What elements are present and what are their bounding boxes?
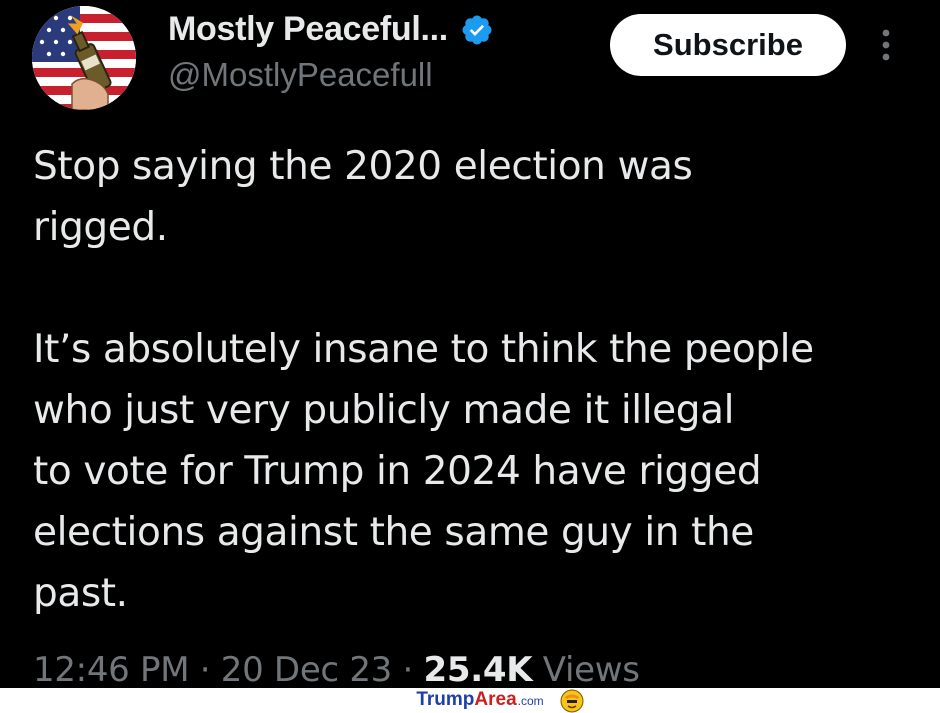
- watermark-part-3: .com: [517, 693, 544, 708]
- tweet-line: elections against the same guy in the: [33, 510, 754, 555]
- display-name[interactable]: Mostly Peaceful...: [168, 10, 448, 49]
- tweet-text: Stop saying the 2020 election was rigged…: [33, 136, 923, 624]
- watermark-text: Trump Area .com: [416, 688, 584, 713]
- avatar[interactable]: [32, 6, 136, 110]
- tweet-time[interactable]: 12:46 PM: [33, 650, 190, 690]
- watermark-part-1: Trump: [416, 688, 475, 710]
- tweet-date[interactable]: 20 Dec 23: [221, 650, 393, 690]
- subscribe-button[interactable]: Subscribe: [610, 14, 846, 76]
- more-vertical-icon[interactable]: [872, 28, 900, 62]
- views-label: Views: [532, 650, 640, 690]
- tweet-line: It’s absolutely insane to think the peop…: [33, 327, 814, 372]
- tweet-line: who just very publicly made it illegal: [33, 388, 735, 433]
- user-handle[interactable]: @MostlyPeacefull: [168, 56, 433, 94]
- meta-separator: ·: [189, 650, 221, 690]
- author-name-row: Mostly Peaceful...: [168, 10, 494, 49]
- tweet-line: Stop saying the 2020 election was: [33, 144, 693, 189]
- tweet-line: to vote for Trump in 2024 have rigged: [33, 449, 762, 494]
- avatar-flag-image: [32, 6, 136, 110]
- verified-badge-icon: [462, 14, 492, 45]
- tweet-line: rigged.: [33, 205, 168, 250]
- views-count[interactable]: 25.4K: [424, 650, 533, 690]
- tweet-meta: 12:46 PM · 20 Dec 23 · 25.4K Views: [33, 650, 640, 690]
- tweet-card: Mostly Peaceful... @MostlyPeacefull Subs…: [0, 0, 940, 690]
- watermark-strip: Trump Area .com: [0, 688, 940, 713]
- watermark-logo-icon: [560, 689, 584, 712]
- tweet-line: past.: [33, 571, 128, 616]
- watermark-part-2: Area: [474, 688, 517, 710]
- meta-separator: ·: [392, 650, 424, 690]
